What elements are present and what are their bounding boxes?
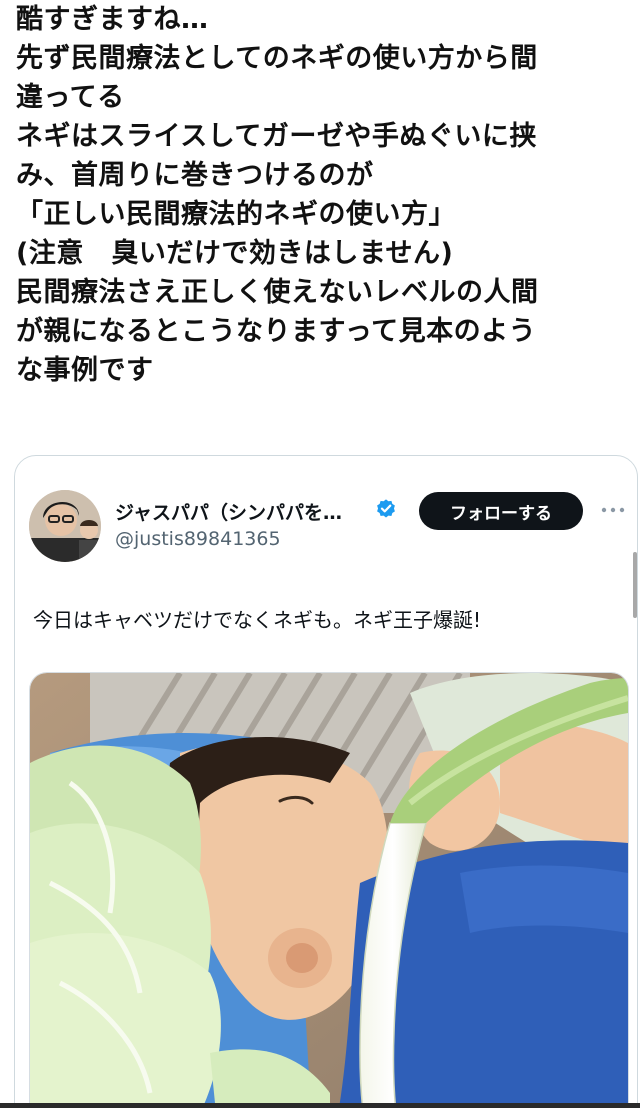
display-name[interactable]: ジャスパパ（シンパパを… bbox=[115, 498, 342, 525]
user-handle[interactable]: @justis89841365 bbox=[115, 528, 281, 550]
photo-child-cabbage-leek-icon bbox=[30, 673, 628, 1108]
post-line: ネギはスライスしてガーゼや手ぬぐいに挟 bbox=[16, 121, 537, 152]
tweet-photo[interactable] bbox=[29, 672, 629, 1108]
post-line: 民間療法さえ正しく使えないレベルの人間 bbox=[16, 277, 539, 308]
avatar[interactable] bbox=[29, 490, 101, 562]
post-line: (注意 臭いだけで効きはしません) bbox=[16, 238, 454, 269]
post-line: 違ってる bbox=[16, 82, 125, 113]
post-line: み、首周りに巻きつけるのが bbox=[16, 160, 374, 191]
screen: 酷すぎますね… 先ず民間療法としてのネギの使い方から間 違ってる ネギはスライス… bbox=[0, 0, 640, 1108]
post-line: な事例です bbox=[16, 355, 154, 386]
more-dots-icon[interactable] bbox=[599, 498, 627, 522]
quoted-tweet-card[interactable]: ジャスパパ（シンパパを… @justis89841365 フォローする 今日はキ… bbox=[14, 455, 638, 1108]
post-body: 酷すぎますね… 先ず民間療法としてのネギの使い方から間 違ってる ネギはスライス… bbox=[16, 0, 628, 390]
bottom-edge-bar bbox=[0, 1103, 640, 1108]
quoted-tweet-text: 今日はキャベツだけでなくネギも。ネギ王子爆誕! bbox=[33, 608, 482, 632]
verified-badge-icon bbox=[377, 499, 395, 518]
follow-button[interactable]: フォローする bbox=[419, 492, 583, 530]
post-line: 先ず民間療法としてのネギの使い方から間 bbox=[16, 43, 538, 74]
scrollbar[interactable] bbox=[633, 552, 637, 618]
more-dots-svg-icon bbox=[601, 507, 625, 513]
post-line: が親になるとこうなりますって見本のよう bbox=[16, 316, 537, 347]
post-line: 酷すぎますね… bbox=[16, 4, 209, 35]
avatar-photo-icon bbox=[29, 490, 101, 562]
post-line: 「正しい民間療法的ネギの使い方」 bbox=[16, 199, 456, 230]
